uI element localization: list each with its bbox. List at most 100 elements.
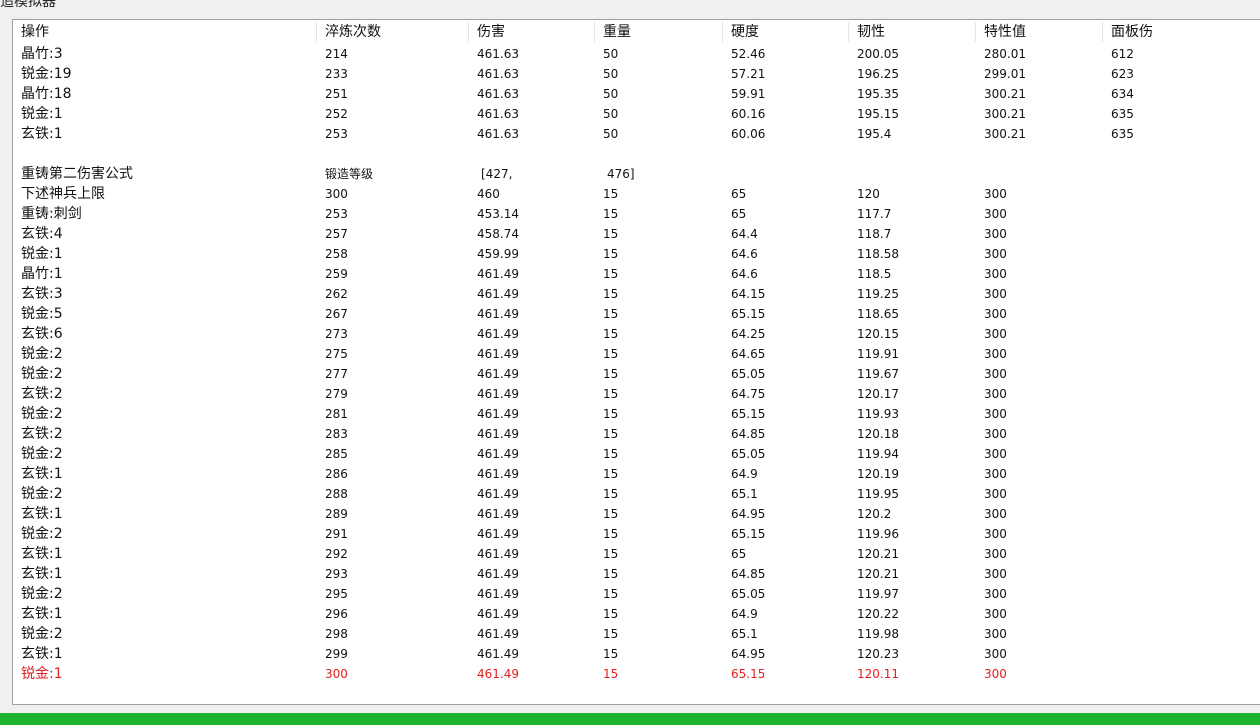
table-row[interactable]: 晶竹:18 251 461.63 50 59.91 195.35 300.21 634	[13, 84, 1260, 104]
column-divider[interactable]	[594, 22, 595, 42]
column-divider[interactable]	[1102, 22, 1103, 42]
cell-operation: 锐金:2	[21, 586, 63, 602]
cell-temper-count: 277	[325, 367, 348, 381]
table-row[interactable]: 锐金:1 258 459.99 15 64.6 118.58 300	[13, 244, 1260, 264]
cell-damage: 461.49	[477, 607, 519, 621]
table-row-highlighted[interactable]: 锐金:1 300 461.49 15 65.15 120.11 300	[13, 664, 1260, 684]
cell-hardness: 65.15	[731, 667, 766, 681]
table-row[interactable]: 下述神兵上限 300 460 15 65 120 300	[13, 184, 1260, 204]
cell-hardness: 64.15	[731, 287, 766, 301]
table-row[interactable]: 玄铁:6 273 461.49 15 64.25 120.15 300	[13, 324, 1260, 344]
cell-damage: 461.49	[477, 367, 519, 381]
column-divider[interactable]	[848, 22, 849, 42]
cell-toughness: 120.11	[857, 667, 899, 681]
cell-trait-value: 300	[984, 287, 1007, 301]
cell-toughness: 200.05	[857, 47, 899, 61]
table-row[interactable]: 玄铁:2 283 461.49 15 64.85 120.18 300	[13, 424, 1260, 444]
cell-operation: 玄铁:3	[21, 286, 63, 302]
cell-operation: 锐金:2	[21, 346, 63, 362]
cell-weight: 15	[603, 327, 619, 341]
column-header-weight[interactable]: 重量	[595, 23, 631, 41]
cell-weight: 15	[603, 247, 619, 261]
column-header-toughness[interactable]: 韧性	[849, 23, 885, 41]
cell-temper-count: 300	[325, 667, 348, 681]
table-row[interactable]: 晶竹:3 214 461.63 50 52.46 200.05 280.01 612	[13, 44, 1260, 64]
result-list-view[interactable]: 操作 淬炼次数 伤害 重量 硬度 韧性 特性值 面板伤 晶竹:3 214 461.6…	[12, 19, 1260, 705]
cell-hardness: 64.95	[731, 647, 766, 661]
table-row[interactable]: 锐金:2 295 461.49 15 65.05 119.97 300	[13, 584, 1260, 604]
cell-trait-value: 300.21	[984, 107, 1026, 121]
cell-weight: 15	[603, 507, 619, 521]
cell-operation: 锐金:2	[21, 446, 63, 462]
cell-temper-count: 273	[325, 327, 348, 341]
table-row[interactable]: 玄铁:1 292 461.49 15 65 120.21 300	[13, 544, 1260, 564]
column-divider[interactable]	[975, 22, 976, 42]
cell-operation: 晶竹:18	[21, 86, 72, 102]
cell-operation: 锐金:2	[21, 406, 63, 422]
cell-trait-value: 300	[984, 347, 1007, 361]
cell-toughness: 120.15	[857, 327, 899, 341]
column-header-trait-value[interactable]: 特性值	[976, 23, 1026, 41]
cell-temper-count: 259	[325, 267, 348, 281]
table-row[interactable]: 锐金:5 267 461.49 15 65.15 118.65 300	[13, 304, 1260, 324]
table-row[interactable]: 重铸:刺剑 253 453.14 15 65 117.7 300	[13, 204, 1260, 224]
table-row[interactable]: 锐金:2 288 461.49 15 65.1 119.95 300	[13, 484, 1260, 504]
cell-operation: 锐金:5	[21, 306, 63, 322]
cell-damage: 461.49	[477, 347, 519, 361]
table-row[interactable]: 玄铁:1 299 461.49 15 64.95 120.23 300	[13, 644, 1260, 664]
cell-weight: 476]	[607, 167, 635, 181]
column-header-hardness[interactable]: 硬度	[723, 23, 759, 41]
table-row[interactable]: 玄铁:1 293 461.49 15 64.85 120.21 300	[13, 564, 1260, 584]
table-row[interactable]: 晶竹:1 259 461.49 15 64.6 118.5 300	[13, 264, 1260, 284]
cell-damage: 461.49	[477, 427, 519, 441]
cell-toughness: 120.23	[857, 647, 899, 661]
cell-weight: 50	[603, 107, 619, 121]
cell-panel-damage: 635	[1111, 127, 1134, 141]
column-divider[interactable]	[722, 22, 723, 42]
column-header-operation[interactable]: 操作	[13, 23, 49, 41]
table-row[interactable]: 锐金:2 291 461.49 15 65.15 119.96 300	[13, 524, 1260, 544]
section-header-row[interactable]: 重铸第二伤害公式 锻造等级 [427, 476]	[13, 164, 1260, 184]
cell-damage: 459.99	[477, 247, 519, 261]
table-row[interactable]: 玄铁:2 279 461.49 15 64.75 120.17 300	[13, 384, 1260, 404]
list-rows: 晶竹:3 214 461.63 50 52.46 200.05 280.01 612 锐金:19…	[13, 44, 1260, 684]
table-row[interactable]: 玄铁:1 286 461.49 15 64.9 120.19 300	[13, 464, 1260, 484]
cell-weight: 15	[603, 467, 619, 481]
cell-hardness: 65	[731, 207, 747, 221]
column-divider[interactable]	[468, 22, 469, 42]
cell-hardness: 52.46	[731, 47, 766, 61]
table-row[interactable]: 锐金:2 285 461.49 15 65.05 119.94 300	[13, 444, 1260, 464]
cell-operation: 锐金:2	[21, 526, 63, 542]
cell-trait-value: 300	[984, 547, 1007, 561]
table-row[interactable]: 玄铁:3 262 461.49 15 64.15 119.25 300	[13, 284, 1260, 304]
table-row[interactable]: 锐金:2 281 461.49 15 65.15 119.93 300	[13, 404, 1260, 424]
table-row[interactable]: 锐金:2 298 461.49 15 65.1 119.98 300	[13, 624, 1260, 644]
table-row[interactable]: 锐金:19 233 461.63 50 57.21 196.25 299.01 623	[13, 64, 1260, 84]
table-row[interactable]: 玄铁:1 296 461.49 15 64.9 120.22 300	[13, 604, 1260, 624]
cell-damage: 461.49	[477, 567, 519, 581]
cell-weight: 15	[603, 607, 619, 621]
cell-hardness: 64.6	[731, 267, 758, 281]
cell-temper-count: 298	[325, 627, 348, 641]
cell-temper-count: 214	[325, 47, 348, 61]
table-row[interactable]: 玄铁:1 289 461.49 15 64.95 120.2 300	[13, 504, 1260, 524]
column-header-panel-damage[interactable]: 面板伤	[1103, 23, 1153, 41]
table-row[interactable]: 锐金:2 277 461.49 15 65.05 119.67 300	[13, 364, 1260, 384]
column-header-temper-count[interactable]: 淬炼次数	[317, 23, 381, 41]
status-bar	[0, 713, 1260, 725]
cell-trait-value: 300	[984, 247, 1007, 261]
cell-temper-count: 295	[325, 587, 348, 601]
cell-trait-value: 300	[984, 427, 1007, 441]
table-row[interactable]: 玄铁:4 257 458.74 15 64.4 118.7 300	[13, 224, 1260, 244]
cell-toughness: 119.95	[857, 487, 899, 501]
column-divider[interactable]	[316, 22, 317, 42]
cell-temper-count: 300	[325, 187, 348, 201]
cell-weight: 15	[603, 187, 619, 201]
table-row[interactable]: 锐金:2 275 461.49 15 64.65 119.91 300	[13, 344, 1260, 364]
table-row[interactable]: 玄铁:1 253 461.63 50 60.06 195.4 300.21 635	[13, 124, 1260, 144]
cell-trait-value: 300	[984, 447, 1007, 461]
column-header-damage[interactable]: 伤害	[469, 23, 505, 41]
cell-operation: 玄铁:2	[21, 386, 63, 402]
table-row[interactable]: 锐金:1 252 461.63 50 60.16 195.15 300.21 635	[13, 104, 1260, 124]
cell-trait-value: 300	[984, 387, 1007, 401]
